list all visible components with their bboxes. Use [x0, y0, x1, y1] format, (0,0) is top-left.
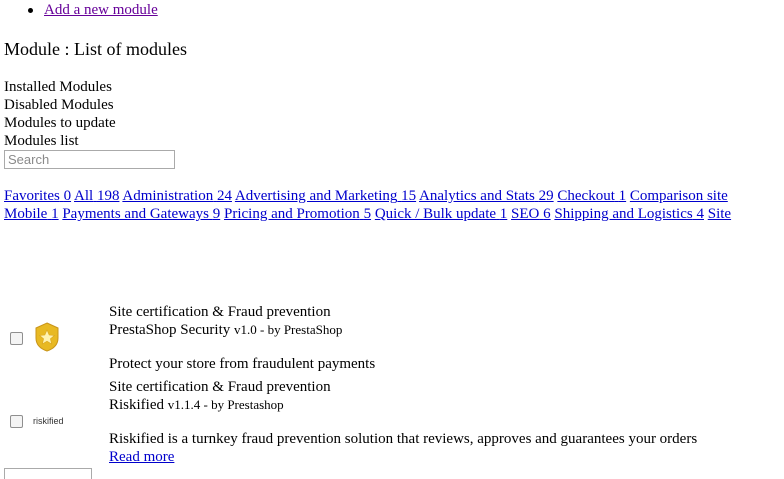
module-info: Site certification & Fraud prevention Pr…: [109, 303, 342, 339]
category-advertising-marketing[interactable]: Advertising and Marketing 15: [235, 188, 416, 204]
category-quick-bulk-update[interactable]: Quick / Bulk update 1: [375, 206, 507, 222]
module-views: Installed Modules Disabled Modules Modul…: [4, 78, 116, 150]
category-row-2: Mobile 1 Payments and Gateways 9 Pricing…: [4, 205, 784, 223]
gold-star-badge-icon: [35, 322, 59, 352]
add-module-link[interactable]: Add a new module: [44, 2, 158, 18]
category-comparison-site[interactable]: Comparison site: [630, 188, 728, 204]
module-meta: v1.0 - by PrestaShop: [234, 322, 343, 337]
category-shipping-logistics[interactable]: Shipping and Logistics 4: [554, 206, 704, 222]
module-description: Protect your store from fraudulent payme…: [109, 356, 376, 372]
category-row-1: Favorites 0 All 198 Administration 24 Ad…: [4, 187, 784, 205]
category-administration[interactable]: Administration 24: [122, 188, 232, 204]
category-site[interactable]: Site: [708, 206, 731, 222]
category-pricing-promotion[interactable]: Pricing and Promotion 5: [224, 206, 371, 222]
module-title: Riskified v1.1.4 - by Prestashop: [109, 396, 331, 414]
module-select-checkbox[interactable]: [10, 332, 23, 345]
category-checkout[interactable]: Checkout 1: [557, 188, 626, 204]
read-more-link[interactable]: Read more: [109, 449, 174, 465]
module-name: PrestaShop Security: [109, 322, 231, 338]
category-seo[interactable]: SEO 6: [511, 206, 551, 222]
riskified-logo: riskified: [33, 416, 64, 426]
module-name: Riskified: [109, 397, 164, 413]
module-info: Site certification & Fraud prevention Ri…: [109, 378, 331, 414]
category-analytics-stats[interactable]: Analytics and Stats 29: [419, 188, 554, 204]
top-nav-item: Add a new module: [28, 0, 158, 21]
category-mobile[interactable]: Mobile 1: [4, 206, 59, 222]
module-title: PrestaShop Security v1.0 - by PrestaShop: [109, 321, 342, 339]
search-input[interactable]: [4, 150, 175, 169]
page-title: Module : List of modules: [4, 39, 187, 59]
top-nav-list: Add a new module: [28, 0, 158, 21]
category-filter: Favorites 0 All 198 Administration 24 Ad…: [4, 187, 784, 223]
category-payments-gateways[interactable]: Payments and Gateways 9: [62, 206, 220, 222]
module-category: Site certification & Fraud prevention: [109, 304, 331, 320]
view-modules-list[interactable]: Modules list: [4, 132, 116, 150]
module-category: Site certification & Fraud prevention: [109, 379, 331, 395]
view-installed-modules[interactable]: Installed Modules: [4, 78, 116, 96]
view-disabled-modules[interactable]: Disabled Modules: [4, 96, 116, 114]
module-description: Riskified is a turnkey fraud prevention …: [109, 431, 698, 465]
view-modules-to-update[interactable]: Modules to update: [4, 114, 116, 132]
module-select-checkbox[interactable]: [10, 415, 23, 428]
module-meta: v1.1.4 - by Prestashop: [167, 397, 284, 412]
category-all[interactable]: All 198: [74, 188, 119, 204]
category-favorites[interactable]: Favorites 0: [4, 188, 71, 204]
